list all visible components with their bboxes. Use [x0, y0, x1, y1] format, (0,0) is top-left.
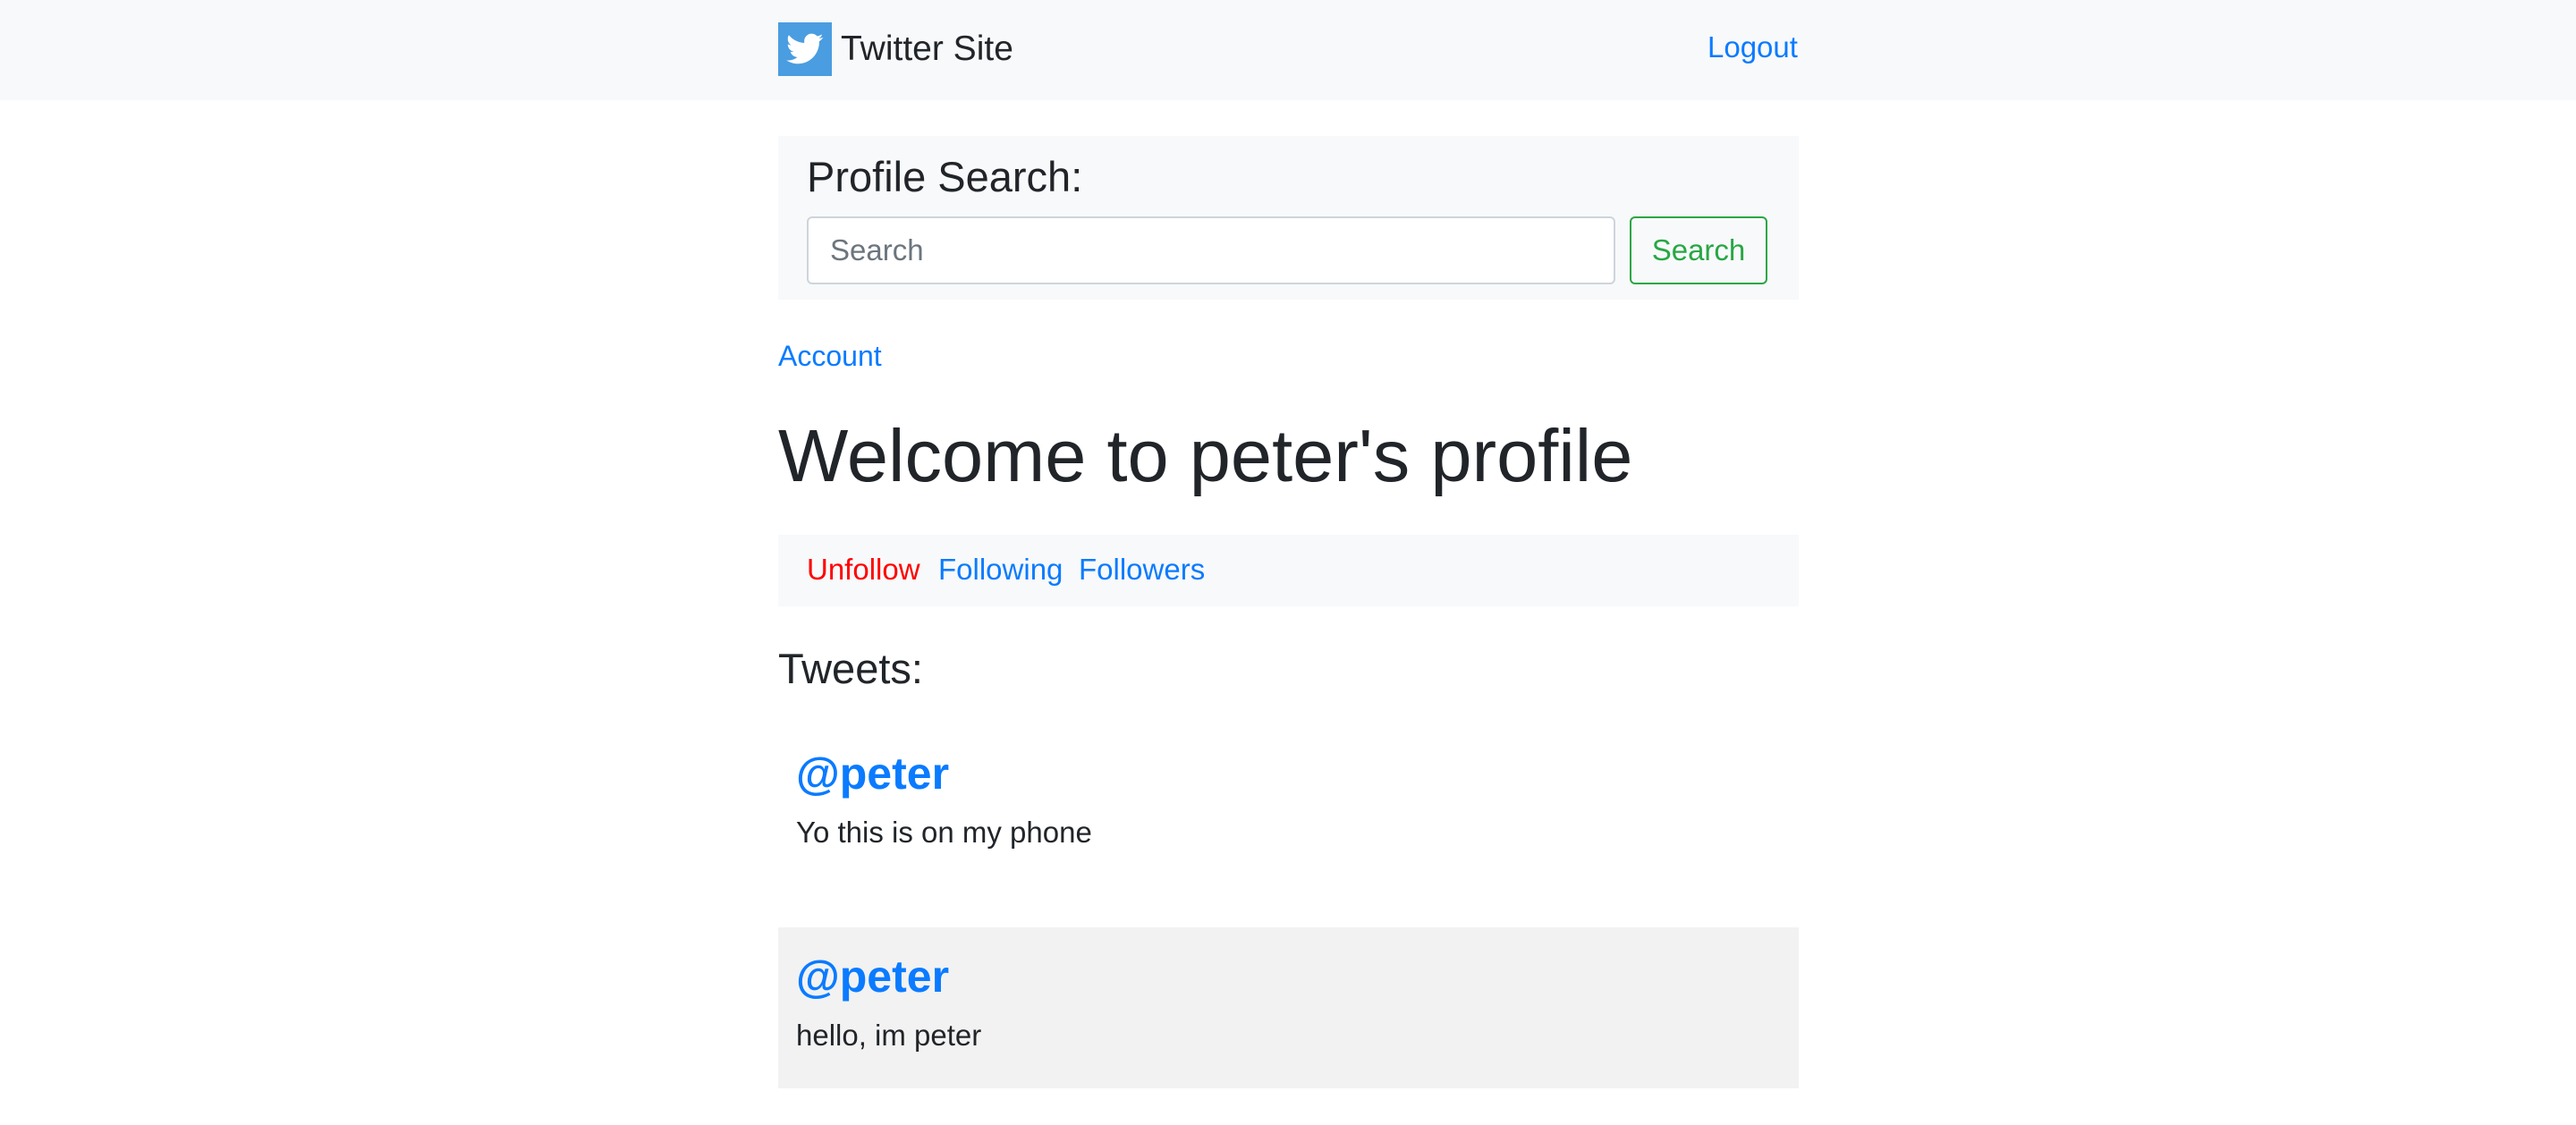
brand-link[interactable]: Twitter Site	[778, 22, 1013, 76]
brand-name: Twitter Site	[841, 30, 1013, 68]
search-input[interactable]	[807, 216, 1615, 284]
profile-actions-bar: Unfollow Following Followers	[778, 535, 1799, 606]
profile-search-title: Profile Search:	[807, 153, 1083, 200]
page-title: Welcome to peter's profile	[778, 414, 1633, 497]
search-button[interactable]: Search	[1630, 216, 1767, 284]
tweet-item: @peter hello, im peter	[778, 927, 1799, 1088]
unfollow-link[interactable]: Unfollow	[807, 553, 920, 587]
tweets-heading: Tweets:	[778, 645, 923, 692]
top-navbar: Twitter Site Logout	[0, 0, 2576, 100]
logout-link[interactable]: Logout	[1707, 30, 1798, 64]
tweet-text: Yo this is on my phone	[796, 816, 1092, 849]
profile-search-panel: Profile Search: Search	[778, 136, 1799, 300]
tweet-item: @peter Yo this is on my phone	[778, 724, 1799, 884]
followers-link[interactable]: Followers	[1079, 553, 1205, 587]
account-link[interactable]: Account	[778, 340, 882, 373]
tweet-text: hello, im peter	[796, 1019, 982, 1052]
twitter-bird-icon	[778, 22, 832, 76]
tweet-author-link[interactable]: @peter	[796, 748, 949, 799]
following-link[interactable]: Following	[938, 553, 1063, 587]
tweet-author-link[interactable]: @peter	[796, 951, 949, 1002]
